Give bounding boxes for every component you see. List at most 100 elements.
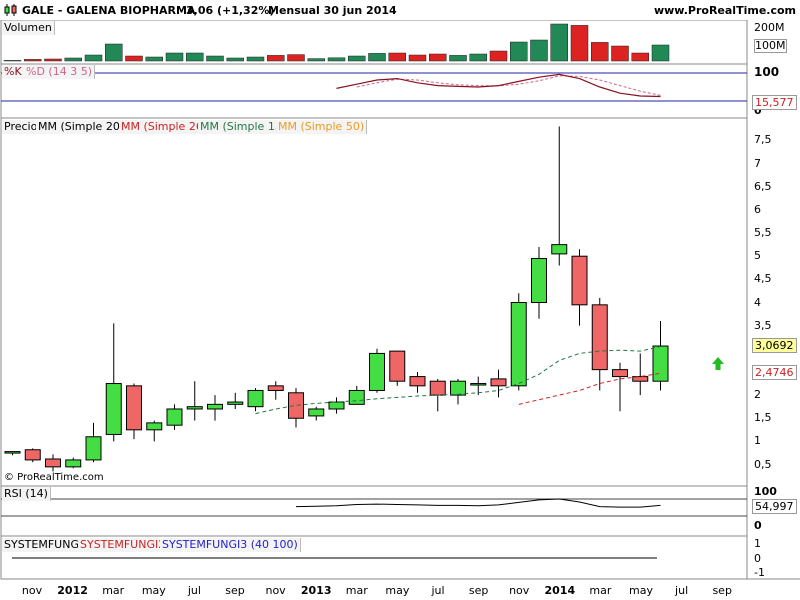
period-date: Mensual 30 jun 2014 [268, 4, 397, 17]
volume-bar [24, 59, 42, 62]
volume-bar [84, 54, 103, 62]
x-tick-year: 2013 [300, 584, 332, 597]
volume-bar [388, 52, 406, 62]
candle-body [207, 403, 223, 410]
system-label-2[interactable]: SYSTEMFUNGI2 [78, 538, 169, 552]
chart-canvas [0, 19, 800, 580]
price-y-tick: 6,5 [754, 179, 772, 193]
current-price-box: 3,0692 [752, 338, 797, 353]
price-y-tick: 4 [754, 295, 761, 309]
legend-ma50[interactable]: MM (Simple 50) [276, 120, 368, 134]
candle-body [591, 304, 608, 371]
candle [369, 348, 385, 393]
legend-ma26[interactable]: MM (Simple 26) [119, 120, 211, 134]
candle [389, 350, 406, 386]
candle-body [389, 350, 406, 382]
stochastic-panel [0, 63, 748, 119]
candle-body [146, 422, 163, 431]
x-tick-month: nov [509, 584, 530, 597]
copyright-text: © ProRealTime.com [4, 472, 104, 483]
rsi-panel [0, 485, 748, 537]
rsi-axis-label: 100 [754, 485, 777, 498]
volume-bar [145, 56, 163, 62]
candle-body [24, 449, 41, 461]
volume-bar [651, 44, 670, 62]
volume-bar [550, 23, 568, 62]
candle [510, 293, 527, 391]
price-y-tick: 3,5 [754, 318, 772, 332]
price-y-tick: 0,5 [754, 457, 772, 471]
candle-body [308, 408, 325, 417]
candle-body [652, 345, 669, 382]
volume-bar [267, 55, 285, 62]
rsi-value: 54,997 [752, 499, 797, 514]
legend-price[interactable]: Precio [2, 120, 41, 134]
candle [24, 448, 41, 463]
price-y-tick: 4,5 [754, 272, 772, 286]
volume-bar [408, 54, 427, 62]
price-change: 3,06 (+1,32%) [186, 4, 275, 17]
candle-body [65, 459, 82, 468]
x-tick-month: jul [431, 584, 445, 597]
candle-body [450, 380, 466, 396]
volume-bar [591, 42, 609, 62]
x-tick-year: 2014 [544, 584, 576, 597]
stoch-k-label[interactable]: %K [2, 65, 25, 79]
volume-bar [105, 43, 123, 62]
price-y-tick: 1 [754, 434, 761, 448]
candle-body [328, 401, 345, 410]
volume-axis-label: 200M [754, 21, 785, 34]
volume-bar [348, 55, 366, 62]
system-axis-label: 0 [754, 552, 761, 565]
candle-body [105, 383, 122, 435]
volume-bar [449, 55, 467, 62]
candle-body [531, 258, 547, 304]
volume-axis-label: 100M [754, 39, 787, 53]
volume-bar [510, 41, 528, 62]
volume-bar [44, 58, 62, 62]
x-tick-month: nov [21, 584, 43, 597]
candle-body [429, 380, 446, 396]
x-tick-month: mar [589, 584, 612, 597]
stoch-axis-label: 100 [754, 65, 780, 79]
volume-bar [206, 55, 224, 62]
price-y-tick: 1,5 [754, 411, 772, 425]
rsi-axis-label: 0 [754, 519, 762, 532]
price-y-tick: 7,5 [754, 133, 772, 147]
system-label-1[interactable]: SYSTEMFUNGI [2, 538, 86, 552]
volume-bar [631, 52, 649, 62]
rsi-label[interactable]: RSI (14) [2, 487, 51, 501]
candle-body [126, 385, 142, 431]
candle-body [247, 389, 264, 408]
candlestick-icon [4, 4, 17, 16]
system-label-3[interactable]: SYSTEMFUNGI3 (40 100) [160, 538, 301, 552]
stoch-value: 15,577 [752, 95, 797, 110]
x-tick-month: sep [225, 584, 245, 597]
volume-bar [327, 57, 346, 62]
x-tick-month: may [385, 584, 410, 597]
candle-body [227, 401, 244, 405]
stoch-d-label[interactable]: %D (14 3 5) [24, 65, 95, 79]
candle-body [551, 244, 568, 255]
ma-value-box: 2,4746 [752, 365, 797, 380]
volume-bar [226, 57, 244, 62]
volume-bar [530, 39, 548, 62]
site-url[interactable]: www.ProRealTime.com [654, 4, 796, 17]
candle-body [45, 458, 61, 468]
x-tick-month: jul [675, 584, 689, 597]
price-y-tick: 5 [754, 249, 761, 263]
volume-bar [570, 25, 589, 62]
x-tick-month: sep [712, 584, 732, 597]
candle-body [369, 352, 385, 391]
price-y-tick: 6 [754, 202, 761, 216]
system-axis-label: -1 [754, 566, 765, 579]
candle-body [490, 378, 507, 387]
candle-body [166, 408, 183, 426]
price-y-tick: 7 [754, 156, 761, 170]
volume-bar [469, 53, 487, 62]
volume-bar [287, 54, 305, 62]
volume-bar [489, 50, 508, 62]
price-y-tick: 5,5 [754, 226, 772, 240]
volume-label[interactable]: Volumen [2, 21, 55, 35]
system-axis-label: 1 [754, 537, 761, 550]
